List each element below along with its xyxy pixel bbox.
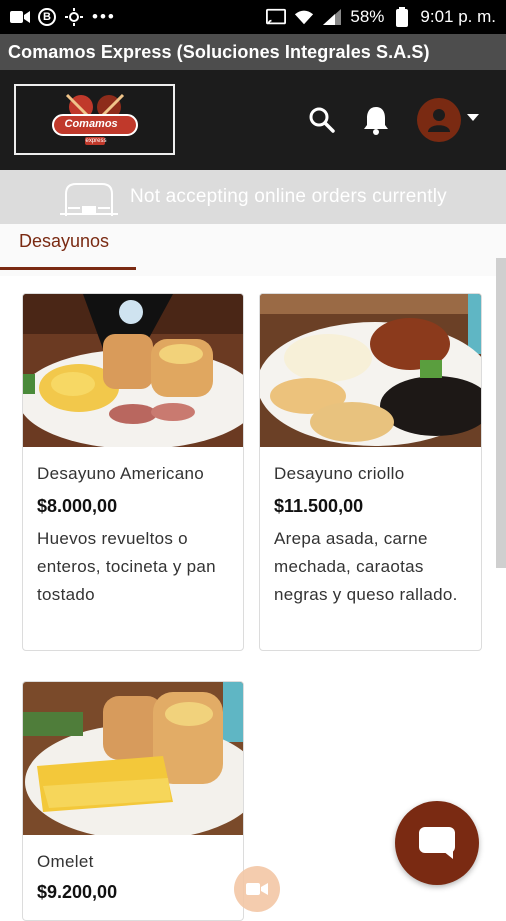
product-name: Desayuno Americano [37, 464, 204, 483]
cast-icon [266, 7, 287, 27]
more-dots: ••• [92, 7, 116, 26]
app-title: Comamos Express (Soluciones Integrales S… [8, 41, 430, 62]
bell-icon[interactable] [356, 100, 396, 140]
category-tabs: Desayunos [0, 224, 506, 276]
product-price: $11.500,00 [274, 496, 364, 516]
video-camera-icon [10, 7, 30, 27]
product-card[interactable]: Desayuno criollo $11.500,00 Arepa asada,… [259, 293, 482, 651]
chat-button[interactable] [395, 801, 479, 885]
video-camera-icon [246, 883, 268, 895]
app-header: Comamos express [0, 70, 506, 170]
app-title-bar: Comamos Express (Soluciones Integrales S… [0, 34, 506, 70]
wifi-icon [294, 7, 314, 27]
clock: 9:01 p. m. [420, 7, 496, 26]
product-name: Omelet [37, 852, 94, 871]
brightness-icon [64, 7, 84, 27]
product-card[interactable]: Omelet $9.200,00 [22, 681, 244, 921]
user-icon [428, 109, 450, 132]
status-left: B ••• [10, 7, 116, 27]
tab-active-indicator [0, 267, 136, 270]
signal-icon [322, 7, 342, 27]
status-bar: B ••• 58% 9:01 p. m. [0, 0, 506, 34]
tab-label: Desayunos [19, 231, 110, 251]
search-icon[interactable] [302, 100, 342, 140]
logo[interactable]: Comamos express [14, 84, 175, 155]
orders-closed-notice: Not accepting online orders currently [0, 170, 506, 224]
status-right: 58% 9:01 p. m. [266, 7, 496, 27]
product-price: $8.000,00 [37, 496, 118, 516]
notice-text: Not accepting online orders currently [130, 186, 447, 207]
product-card[interactable]: Desayuno Americano $8.000,00 Huevos revu… [22, 293, 244, 651]
caret-down-icon[interactable] [467, 114, 479, 121]
chat-bubble-icon [419, 827, 455, 859]
product-description: Huevos revueltos o enteros, tocineta y p… [37, 529, 216, 604]
closed-store-icon [60, 180, 118, 216]
product-image [23, 682, 243, 840]
logo-subtext: express [85, 137, 107, 144]
user-avatar-button[interactable] [417, 98, 461, 142]
product-image [23, 294, 243, 449]
product-name: Desayuno criollo [274, 464, 405, 483]
battery-icon [392, 7, 412, 27]
product-description: Arepa asada, carne mechada, caraotas neg… [274, 529, 458, 604]
product-image [260, 294, 481, 447]
battery-percent: 58% [350, 7, 385, 26]
b-badge-icon: B [38, 8, 56, 26]
logo-text: Comamos [64, 117, 118, 130]
scrollbar[interactable] [496, 258, 506, 568]
video-call-button[interactable] [234, 866, 280, 912]
tab-desayunos[interactable]: Desayunos [0, 224, 136, 270]
logo-graphic: Comamos express [47, 91, 143, 149]
